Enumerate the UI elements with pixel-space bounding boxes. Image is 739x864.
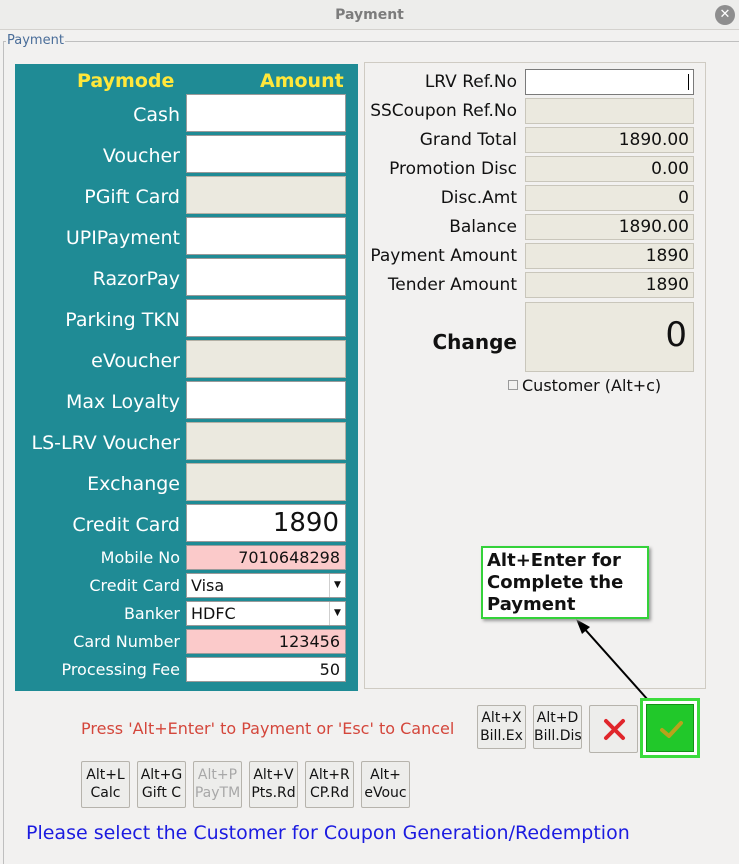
mobile-no-label: Mobile No bbox=[100, 548, 180, 567]
sscoupon-ref-label: SSCoupon Ref.No bbox=[370, 101, 517, 121]
payment-amount-label: Payment Amount bbox=[370, 246, 517, 266]
disc-amt-label: Disc.Amt bbox=[440, 188, 517, 208]
coupon-redeem-button[interactable]: Alt+R CP.Rd bbox=[305, 761, 354, 808]
change-value: 0 bbox=[525, 302, 694, 372]
mobile-no-input[interactable]: 7010648298 bbox=[186, 545, 346, 570]
bill-dis-button[interactable]: Alt+D Bill.Dis bbox=[533, 705, 582, 749]
parking-tkn-label: Parking TKN bbox=[65, 309, 180, 331]
callout-line-1: Alt+Enter for bbox=[487, 550, 621, 571]
gift-card-button[interactable]: Alt+G Gift C bbox=[137, 761, 186, 808]
callout-box: Alt+Enter for Complete the Payment bbox=[481, 546, 649, 619]
credit-card-label: Credit Card bbox=[72, 514, 180, 536]
group-title: Payment bbox=[6, 33, 65, 48]
max-loyalty-label: Max Loyalty bbox=[65, 391, 180, 413]
paytm-button[interactable]: Alt+P PayTM bbox=[193, 761, 242, 808]
evoucher-input bbox=[186, 340, 346, 378]
lrv-ref-input[interactable] bbox=[525, 69, 694, 95]
pgift-card-label: PGift Card bbox=[84, 186, 180, 208]
tender-amount-value: 1890 bbox=[525, 272, 694, 298]
pgift-card-input bbox=[186, 176, 346, 214]
footer-message: Please select the Customer for Coupon Ge… bbox=[26, 822, 630, 844]
card-type-label: Credit Card bbox=[89, 576, 180, 595]
points-redeem-button[interactable]: Alt+V Pts.Rd bbox=[249, 761, 298, 808]
checkbox-icon[interactable] bbox=[508, 380, 518, 390]
payment-amount-value: 1890 bbox=[525, 243, 694, 269]
paymode-panel: Paymode Amount Cash Voucher PGift Card U… bbox=[15, 64, 358, 691]
chevron-down-icon[interactable]: ▼ bbox=[329, 574, 345, 597]
upi-payment-label: UPIPayment bbox=[65, 227, 180, 249]
sscoupon-ref-input bbox=[525, 98, 694, 124]
parking-tkn-input[interactable] bbox=[186, 299, 346, 337]
window-title: Payment bbox=[335, 7, 404, 23]
close-icon[interactable]: ✕ bbox=[715, 5, 735, 25]
card-number-label: Card Number bbox=[73, 632, 180, 651]
card-number-input[interactable]: 123456 bbox=[186, 629, 346, 654]
customer-checkbox-label: Customer (Alt+c) bbox=[522, 376, 662, 395]
title-bar: Payment ✕ bbox=[0, 0, 739, 30]
grand-total-label: Grand Total bbox=[419, 130, 517, 150]
promotion-disc-value: 0.00 bbox=[525, 156, 694, 182]
banker-select[interactable]: HDFC ▼ bbox=[186, 601, 346, 626]
change-label: Change bbox=[432, 330, 517, 354]
x-icon bbox=[604, 719, 625, 740]
disc-amt-value: 0 bbox=[525, 185, 694, 211]
balance-label: Balance bbox=[449, 217, 517, 237]
card-type-value: Visa bbox=[191, 576, 225, 595]
evoucher-label: eVoucher bbox=[91, 350, 180, 372]
promotion-disc-label: Promotion Disc bbox=[389, 159, 517, 179]
voucher-input[interactable] bbox=[186, 135, 346, 173]
banker-label: Banker bbox=[123, 604, 180, 623]
banker-value: HDFC bbox=[191, 604, 236, 623]
max-loyalty-input[interactable] bbox=[186, 381, 346, 419]
amount-header: Amount bbox=[260, 70, 344, 92]
processing-fee-label: Processing Fee bbox=[61, 660, 180, 679]
grand-total-value: 1890.00 bbox=[525, 127, 694, 153]
voucher-label: Voucher bbox=[102, 145, 180, 167]
callout-line-3: Payment bbox=[487, 594, 576, 615]
action-message: Press 'Alt+Enter' to Payment or 'Esc' to… bbox=[81, 719, 455, 738]
evoucher-button[interactable]: Alt+ eVouc bbox=[361, 761, 410, 808]
tender-amount-label: Tender Amount bbox=[387, 275, 517, 295]
bill-ex-button[interactable]: Alt+X Bill.Ex bbox=[477, 705, 526, 749]
calc-button[interactable]: Alt+L Calc bbox=[81, 761, 130, 808]
card-type-select[interactable]: Visa ▼ bbox=[186, 573, 346, 598]
complete-payment-button[interactable] bbox=[640, 698, 700, 758]
exchange-input bbox=[186, 463, 346, 501]
credit-card-input[interactable]: 1890 bbox=[186, 504, 346, 542]
ls-lrv-voucher-input bbox=[186, 422, 346, 460]
ls-lrv-voucher-label: LS-LRV Voucher bbox=[31, 432, 180, 454]
razorpay-label: RazorPay bbox=[92, 268, 180, 290]
text-cursor bbox=[688, 74, 689, 90]
razorpay-input[interactable] bbox=[186, 258, 346, 296]
paymode-header: Paymode bbox=[77, 70, 175, 92]
processing-fee-input[interactable]: 50 bbox=[186, 657, 346, 682]
checkmark-icon bbox=[660, 721, 683, 738]
cash-label: Cash bbox=[133, 104, 180, 126]
customer-checkbox[interactable]: Customer (Alt+c) bbox=[508, 376, 661, 395]
lrv-ref-label: LRV Ref.No bbox=[424, 72, 517, 92]
chevron-down-icon[interactable]: ▼ bbox=[329, 602, 345, 625]
cancel-button[interactable] bbox=[589, 705, 638, 753]
exchange-label: Exchange bbox=[87, 473, 180, 495]
upi-payment-input[interactable] bbox=[186, 217, 346, 255]
cash-input[interactable] bbox=[186, 94, 346, 132]
balance-value: 1890.00 bbox=[525, 214, 694, 240]
callout-line-2: Complete the bbox=[487, 572, 624, 593]
